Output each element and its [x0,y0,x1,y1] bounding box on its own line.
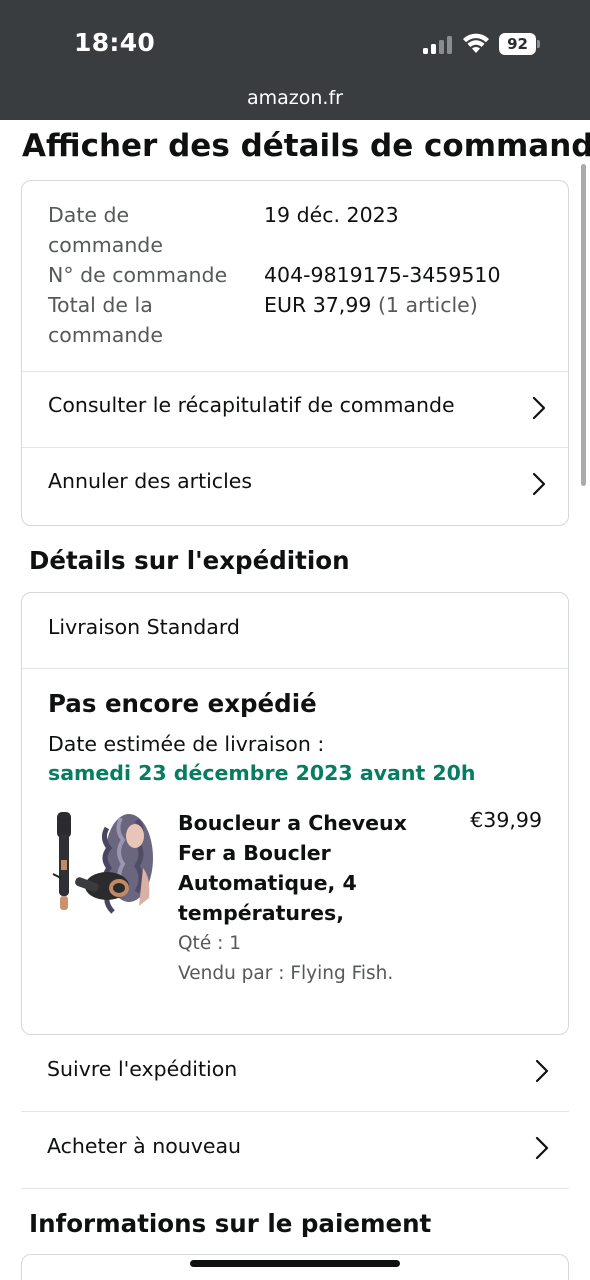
cancel-items-link[interactable]: Annuler des articles [22,447,568,523]
chevron-right-icon [535,1059,549,1083]
chevron-right-icon [535,1136,549,1160]
estimated-delivery-label: Date estimée de livraison : [48,732,325,756]
product-seller: Vendu par : Flying Fish. [178,963,394,984]
shipment-status: Pas encore expédié [48,689,317,718]
browser-url-bar[interactable]: amazon.fr [0,82,590,120]
cancel-items-label: Annuler des articles [48,469,253,493]
shipping-section-title: Détails sur l'expédition [29,546,350,575]
shipment-card: Livraison Standard Pas encore expédié Da… [21,592,569,1035]
product-quantity: Qté : 1 [178,933,241,954]
url-text[interactable]: amazon.fr [0,87,590,109]
scrollbar[interactable] [581,164,586,486]
chevron-right-icon [532,472,546,496]
buy-again-label: Acheter à nouveau [47,1134,242,1158]
status-bar: 18:40 92 [0,0,590,82]
product-price: €39,99 [470,808,542,832]
order-number-value: 404-9819175-3459510 [264,263,501,287]
shipping-method: Livraison Standard [48,615,240,639]
order-summary-card: Date de commande 19 déc. 2023 N° de comm… [21,180,569,526]
buy-again-link[interactable]: Acheter à nouveau [21,1112,569,1189]
payment-card [21,1254,569,1280]
wifi-icon [463,33,489,53]
estimated-delivery-date: samedi 23 décembre 2023 avant 20h [48,761,476,785]
order-total-amount: EUR 37,99 [264,293,372,317]
order-date-value: 19 déc. 2023 [264,203,399,227]
cellular-signal-icon [423,34,453,54]
order-total-value: EUR 37,99 (1 article) [264,290,478,320]
order-total-label: Total de la commande [48,293,163,347]
view-order-summary-link[interactable]: Consulter le récapitulatif de commande [22,371,568,447]
order-date-label: Date de commande [48,203,163,257]
status-time: 18:40 [74,28,156,57]
battery-icon: 92 [499,33,540,55]
track-shipment-link[interactable]: Suivre l'expédition [21,1035,569,1112]
product-title-link[interactable]: Boucleur a Cheveux Fer a Boucler Automat… [178,808,418,928]
order-number-label: N° de commande [48,263,228,287]
home-indicator[interactable] [190,1260,400,1267]
page-title: Afficher des détails de commande [22,128,590,164]
divider [22,668,568,669]
payment-section-title: Informations sur le paiement [29,1209,432,1238]
battery-level: 92 [499,33,536,55]
chevron-right-icon [532,396,546,420]
track-shipment-label: Suivre l'expédition [47,1057,238,1081]
order-total-item-count: (1 article) [377,293,478,317]
view-order-summary-label: Consulter le récapitulatif de commande [48,393,455,417]
product-image[interactable] [49,808,155,923]
